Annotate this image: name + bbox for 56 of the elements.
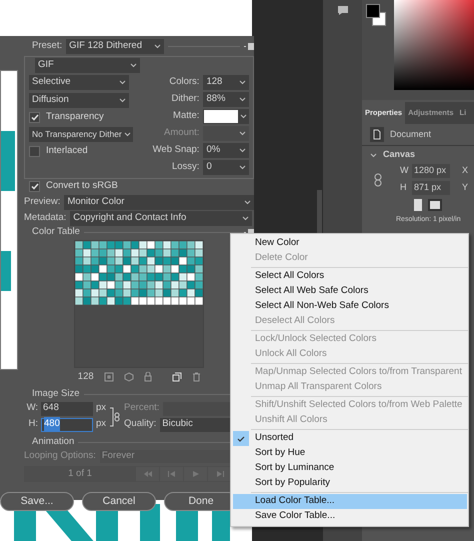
value-select[interactable]: 0%: [203, 142, 250, 158]
menu-item[interactable]: Unsorted: [233, 431, 467, 446]
frame-counter: 1 of 1: [67, 466, 93, 481]
metadata-select[interactable]: Copyright and Contact Info: [70, 210, 252, 226]
menu-item[interactable]: Select All Non-Web Safe Colors: [233, 299, 467, 314]
menu-item[interactable]: Select All Colors: [233, 269, 467, 284]
format-select[interactable]: GIF: [35, 58, 140, 73]
preset-label: Preset:: [32, 39, 62, 54]
field-label: Amount:: [164, 126, 200, 140]
section-title: Canvas: [383, 148, 416, 162]
menu-item[interactable]: Sort by Popularity: [233, 476, 467, 491]
menu-item[interactable]: New Color: [233, 236, 467, 251]
reduction-select[interactable]: Selective: [29, 75, 129, 90]
dialog-button[interactable]: Cancel: [82, 492, 156, 511]
dimension-field[interactable]: 871 px: [412, 181, 450, 195]
menu-item[interactable]: Sort by Luminance: [233, 461, 467, 476]
field-label: Dither:: [171, 92, 200, 106]
preset-select[interactable]: GIF 128 Dithered: [66, 39, 164, 54]
document-label: Document: [390, 128, 432, 141]
value-select[interactable]: 0: [203, 160, 250, 174]
menu-item[interactable]: Load Color Table...: [233, 494, 467, 509]
value-select[interactable]: 128: [203, 74, 250, 90]
dimension-field[interactable]: 480: [41, 418, 93, 432]
dialog-button[interactable]: Save...: [0, 492, 74, 511]
preview-select[interactable]: Monitor Color: [64, 194, 254, 210]
unit-label: px: [96, 401, 106, 416]
section-title: Animation: [32, 434, 74, 449]
percent-label: Percent:: [124, 401, 160, 416]
dither-select[interactable]: Diffusion: [29, 93, 129, 108]
dimension-label: W: [400, 164, 408, 178]
quality-label: Quality:: [124, 417, 156, 432]
field-label: Web Snap:: [152, 142, 200, 157]
field-label: Colors:: [169, 74, 200, 89]
position-label: X: [462, 164, 468, 178]
value-select[interactable]: 88%: [203, 92, 250, 106]
position-label: Y: [462, 181, 468, 194]
field-label: Matte:: [173, 108, 200, 123]
metadata-label: Metadata:: [24, 210, 66, 225]
dimension-field[interactable]: 648: [41, 402, 93, 416]
section-title: Color Table: [32, 224, 80, 239]
dimension-label: H: [400, 181, 408, 194]
transparency-dither-select[interactable]: No Transparency Dither: [29, 127, 133, 142]
dimension-label: H:: [28, 417, 38, 432]
field-label: Lossy:: [172, 160, 200, 174]
checkbox-label: Interlaced: [46, 144, 88, 158]
menu-item[interactable]: Select All Web Safe Colors: [233, 284, 467, 299]
unit-label: px: [96, 417, 106, 432]
menu-item[interactable]: Save Color Table...: [233, 509, 467, 524]
looping-label: Looping Options:: [24, 448, 96, 463]
preview-label: Preview:: [24, 194, 60, 209]
checkbox-label: Convert to sRGB: [46, 179, 118, 194]
dimension-field[interactable]: 1280 px: [412, 164, 450, 178]
dimension-label: W:: [26, 401, 38, 416]
section-title: Image Size: [32, 387, 80, 402]
color-count: 128: [78, 370, 94, 384]
checkbox-label: Transparency: [46, 110, 104, 124]
